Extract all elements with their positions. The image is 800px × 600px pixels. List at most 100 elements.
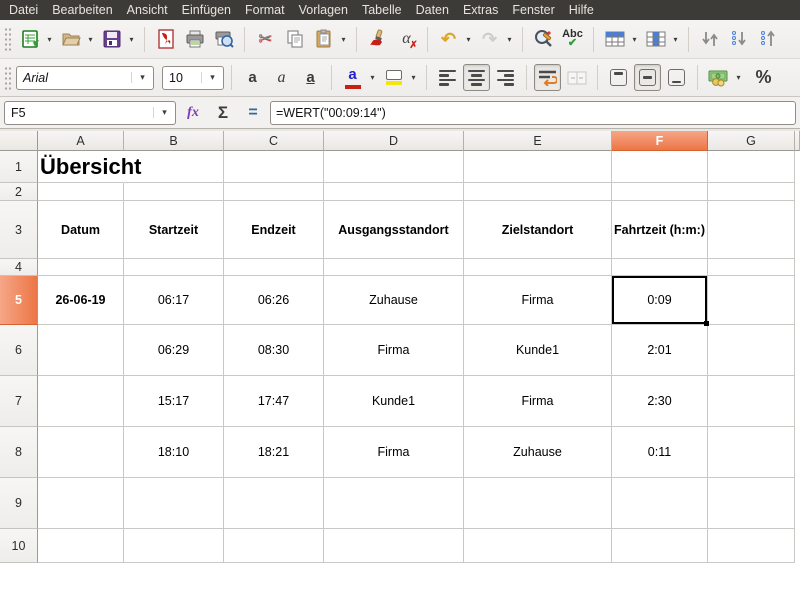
cell-G7[interactable] — [708, 376, 795, 427]
align-center-button[interactable] — [463, 64, 490, 91]
copy-button[interactable] — [281, 26, 308, 53]
cell-E2[interactable] — [464, 183, 612, 201]
cell-F8[interactable]: 0:11 — [612, 427, 708, 478]
cell-C1[interactable] — [224, 151, 324, 183]
row-header-3[interactable]: 3 — [0, 201, 38, 259]
column-header-partial[interactable] — [795, 131, 800, 151]
cell-D3[interactable]: Ausgangsstandort — [324, 201, 464, 259]
menu-fenster[interactable]: Fenster — [505, 1, 561, 19]
cell-B4[interactable] — [124, 259, 224, 276]
redo-dropdown[interactable]: ▾ — [504, 26, 515, 53]
sort-button[interactable] — [696, 26, 723, 53]
cell-E8[interactable]: Zuhause — [464, 427, 612, 478]
insert-column-button[interactable] — [642, 26, 669, 53]
cell-F9[interactable] — [612, 478, 708, 529]
cell-E10[interactable] — [464, 529, 612, 563]
find-replace-button[interactable] — [530, 26, 557, 53]
cell-E3[interactable]: Zielstandort — [464, 201, 612, 259]
cell-G9[interactable] — [708, 478, 795, 529]
cell-F10[interactable] — [612, 529, 708, 563]
cell-G5[interactable] — [708, 276, 795, 325]
column-header-G[interactable]: G — [708, 131, 795, 151]
print-preview-button[interactable] — [210, 26, 237, 53]
cut-button[interactable]: ✂ — [252, 26, 279, 53]
cell-E4[interactable] — [464, 259, 612, 276]
cell-A7[interactable] — [38, 376, 124, 427]
toolbar-grip[interactable] — [3, 65, 11, 91]
cell-E6[interactable]: Kunde1 — [464, 325, 612, 376]
menu-daten[interactable]: Daten — [409, 1, 456, 19]
spelling-button[interactable]: Abc✔ — [559, 26, 586, 53]
bold-button[interactable]: a — [239, 64, 266, 91]
merge-cells-button[interactable] — [563, 64, 590, 91]
paste-dropdown[interactable]: ▾ — [338, 26, 349, 53]
cell-E7[interactable]: Firma — [464, 376, 612, 427]
cell-B10[interactable] — [124, 529, 224, 563]
cell-D1[interactable] — [324, 151, 464, 183]
sum-button[interactable]: Σ — [210, 100, 236, 126]
menu-ansicht[interactable]: Ansicht — [120, 1, 175, 19]
row-header-4[interactable]: 4 — [0, 259, 38, 276]
new-document-dropdown[interactable]: ▾ — [44, 26, 55, 53]
menu-vorlagen[interactable]: Vorlagen — [292, 1, 355, 19]
align-vertical-center-button[interactable] — [634, 64, 661, 91]
cell-E9[interactable] — [464, 478, 612, 529]
cell-E1[interactable] — [464, 151, 612, 183]
row-header-6[interactable]: 6 — [0, 325, 38, 376]
font-color-button[interactable]: a — [339, 64, 366, 91]
new-document-button[interactable] — [16, 26, 43, 53]
cell-F3[interactable]: Fahrtzeit (h:m:) — [612, 201, 708, 259]
cell-F2[interactable] — [612, 183, 708, 201]
highlight-color-button[interactable] — [380, 64, 407, 91]
toolbar-grip[interactable] — [3, 26, 11, 52]
sort-ascending-button[interactable] — [725, 26, 752, 53]
row-header-8[interactable]: 8 — [0, 427, 38, 478]
cell-F4[interactable] — [612, 259, 708, 276]
cell-G2[interactable] — [708, 183, 795, 201]
cell-D4[interactable] — [324, 259, 464, 276]
insert-row-dropdown[interactable]: ▾ — [629, 26, 640, 53]
cell-G6[interactable] — [708, 325, 795, 376]
cell-A10[interactable] — [38, 529, 124, 563]
cell-A9[interactable] — [38, 478, 124, 529]
cell-A6[interactable] — [38, 325, 124, 376]
cell-G10[interactable] — [708, 529, 795, 563]
font-size-combo[interactable]: 10 ▾ — [162, 66, 224, 90]
column-header-D[interactable]: D — [324, 131, 464, 151]
cell-reference[interactable]: F5 — [5, 106, 153, 120]
italic-button[interactable]: a — [268, 64, 295, 91]
row-header-7[interactable]: 7 — [0, 376, 38, 427]
cell-A3[interactable]: Datum — [38, 201, 124, 259]
cell-C5[interactable]: 06:26 — [224, 276, 324, 325]
highlight-color-dropdown[interactable]: ▾ — [408, 64, 419, 91]
redo-button[interactable]: ↷ — [476, 26, 503, 53]
cell-A4[interactable] — [38, 259, 124, 276]
font-size-value[interactable]: 10 — [163, 71, 201, 85]
cell-C8[interactable]: 18:21 — [224, 427, 324, 478]
cell-G4[interactable] — [708, 259, 795, 276]
print-button[interactable] — [181, 26, 208, 53]
column-header-A[interactable]: A — [38, 131, 124, 151]
cell-F1[interactable] — [612, 151, 708, 183]
font-color-dropdown[interactable]: ▾ — [367, 64, 378, 91]
function-wizard-button[interactable]: fx — [180, 100, 206, 126]
cell-C6[interactable]: 08:30 — [224, 325, 324, 376]
font-name-combo[interactable]: Arial ▾ — [16, 66, 154, 90]
row-header-9[interactable]: 9 — [0, 478, 38, 529]
cell-G1[interactable] — [708, 151, 795, 183]
cell-G3[interactable] — [708, 201, 795, 259]
open-dropdown[interactable]: ▾ — [85, 26, 96, 53]
align-left-button[interactable] — [434, 64, 461, 91]
cell-C2[interactable] — [224, 183, 324, 201]
font-name-dropdown[interactable]: ▾ — [131, 72, 153, 83]
cell-B6[interactable]: 06:29 — [124, 325, 224, 376]
name-box[interactable]: F5 ▾ — [4, 101, 176, 125]
export-pdf-button[interactable] — [152, 26, 179, 53]
cell-B2[interactable] — [124, 183, 224, 201]
row-header-10[interactable]: 10 — [0, 529, 38, 563]
open-button[interactable] — [57, 26, 84, 53]
align-bottom-button[interactable] — [663, 64, 690, 91]
cell-D2[interactable] — [324, 183, 464, 201]
name-box-dropdown[interactable]: ▾ — [153, 107, 175, 118]
cell-D10[interactable] — [324, 529, 464, 563]
